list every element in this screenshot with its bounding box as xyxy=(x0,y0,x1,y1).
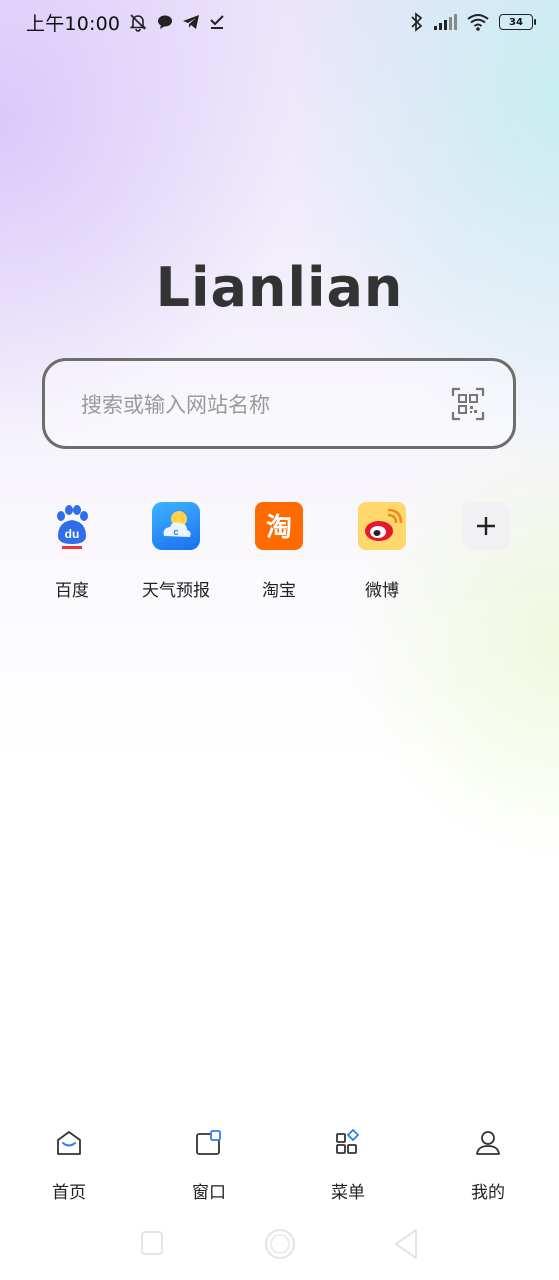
qr-scan-icon[interactable] xyxy=(451,387,485,421)
telegram-icon xyxy=(183,15,200,29)
shortcut-weather[interactable]: C 天气预报 xyxy=(121,502,231,601)
shortcut-label: 天气预报 xyxy=(142,581,210,601)
nav-menu[interactable]: 菜单 xyxy=(298,1128,398,1203)
download-check-icon xyxy=(210,15,224,29)
battery-level: 34 xyxy=(509,16,523,28)
status-bar: 上午10:00 34 xyxy=(0,0,559,44)
bell-off-icon xyxy=(129,14,147,32)
home-circle-icon[interactable] xyxy=(262,1222,298,1266)
shortcut-grid: du 百度 C 天气预报 淘 淘宝 微博 xyxy=(0,502,559,612)
menu-grid-icon xyxy=(336,1128,360,1154)
add-icon xyxy=(462,502,510,550)
recent-apps-icon[interactable] xyxy=(140,1222,164,1266)
nav-home[interactable]: 首页 xyxy=(19,1128,119,1203)
shortcut-taobao[interactable]: 淘 淘宝 xyxy=(224,502,334,601)
svg-text:C: C xyxy=(173,530,178,537)
taobao-icon: 淘 xyxy=(255,502,303,550)
bottom-nav: 首页 窗口 菜单 我的 xyxy=(0,1128,559,1218)
svg-text:淘: 淘 xyxy=(266,513,292,543)
shortcut-label: 微博 xyxy=(365,581,399,601)
signal-icon xyxy=(434,14,457,30)
weibo-icon xyxy=(358,502,406,550)
baidu-icon: du xyxy=(48,502,96,550)
status-time: 上午10:00 xyxy=(26,12,121,35)
notification-icons xyxy=(128,12,226,32)
shortcut-weibo[interactable]: 微博 xyxy=(327,502,437,601)
search-placeholder: 搜索或输入网站名称 xyxy=(81,392,270,417)
shortcut-label: 淘宝 xyxy=(262,581,296,601)
window-icon xyxy=(196,1130,221,1155)
svg-text:du: du xyxy=(65,527,80,541)
brand-logo: Lianlian xyxy=(155,256,404,319)
bluetooth-icon xyxy=(411,12,423,32)
chat-bubble-icon xyxy=(158,15,173,29)
weather-icon: C xyxy=(152,502,200,550)
home-icon xyxy=(57,1131,81,1155)
nav-window[interactable]: 窗口 xyxy=(159,1128,259,1203)
shortcut-label: 百度 xyxy=(55,581,89,601)
add-shortcut-button[interactable] xyxy=(431,502,541,576)
status-left: 上午10:00 xyxy=(26,9,226,36)
wifi-icon xyxy=(467,14,489,31)
system-nav-bar xyxy=(0,1222,559,1270)
nav-label: 窗口 xyxy=(192,1183,226,1203)
back-icon[interactable] xyxy=(392,1222,420,1266)
nav-label: 菜单 xyxy=(331,1183,365,1203)
search-input[interactable]: 搜索或输入网站名称 xyxy=(42,358,516,449)
nav-label: 首页 xyxy=(52,1183,86,1203)
nav-profile[interactable]: 我的 xyxy=(438,1128,538,1203)
profile-icon xyxy=(476,1131,500,1155)
nav-label: 我的 xyxy=(471,1183,505,1203)
shortcut-baidu[interactable]: du 百度 xyxy=(17,502,127,601)
battery-icon: 34 xyxy=(499,14,536,30)
status-right: 34 xyxy=(410,12,536,32)
